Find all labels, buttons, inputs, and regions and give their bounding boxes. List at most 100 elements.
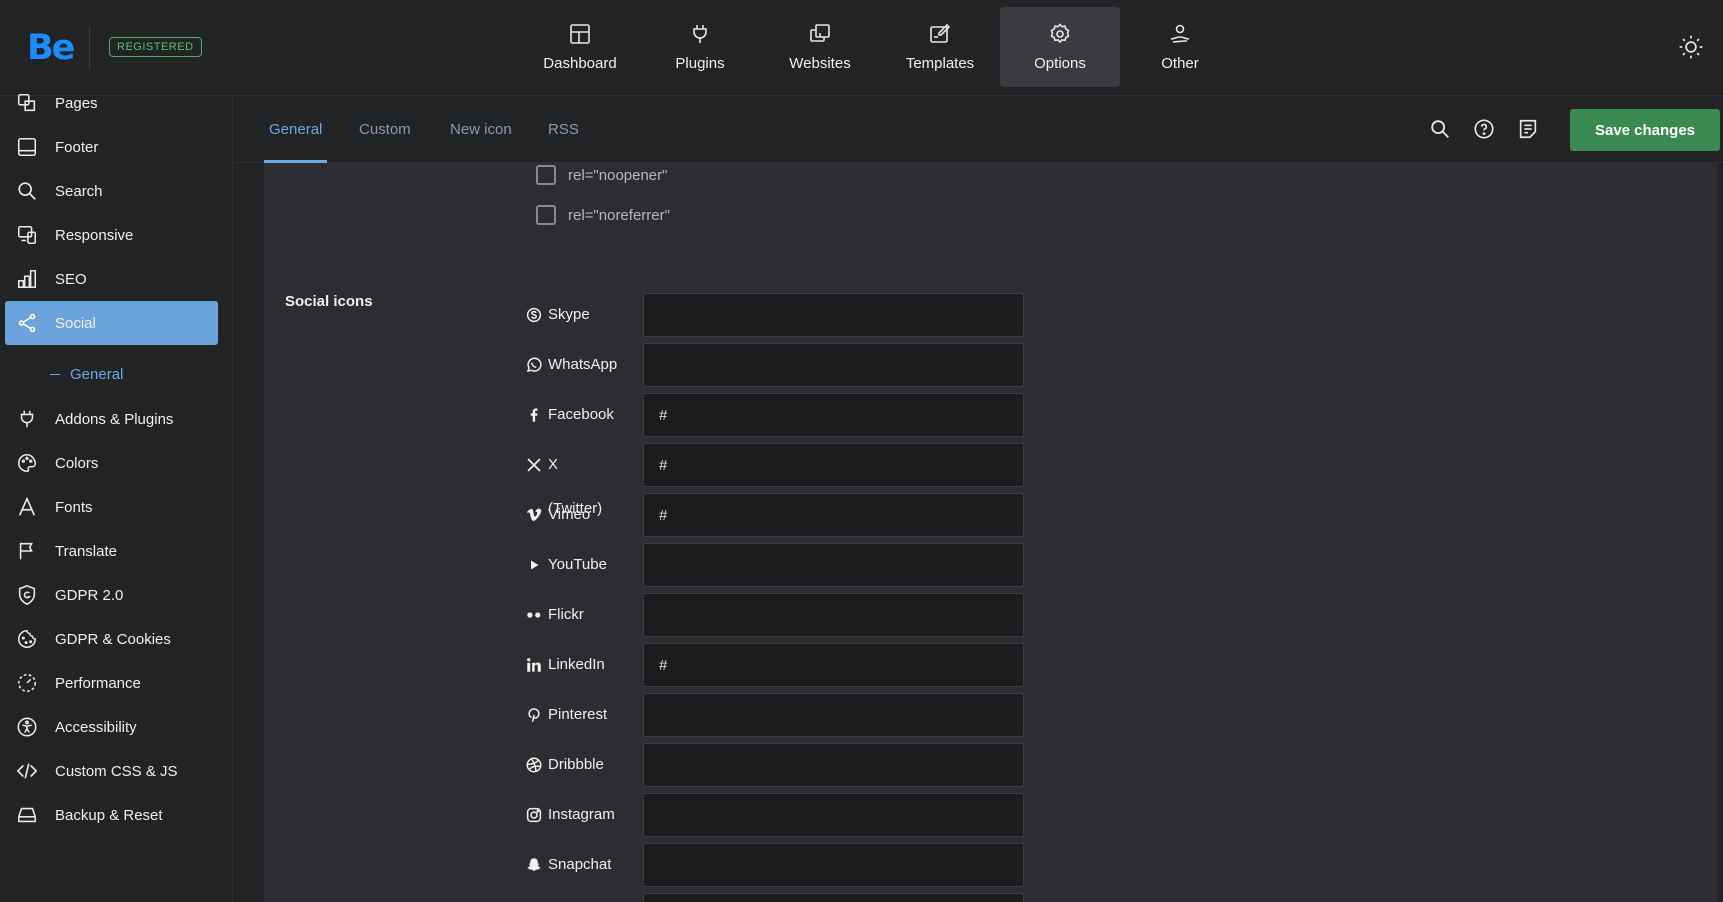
sidebar-subitem-general[interactable]: General	[50, 362, 123, 386]
instagram-icon	[526, 807, 542, 823]
sidebar-item-gdpr-2[interactable]: GDPR 2.0	[5, 573, 218, 617]
skype-icon	[526, 307, 542, 323]
font-icon	[18, 496, 36, 516]
social-label: Snapchat	[548, 856, 612, 873]
youtube-icon	[531, 560, 539, 570]
rel-noopener-option[interactable]: rel="noopener"	[536, 164, 667, 186]
top-navigation: Dashboard Plugins Websites Templates Opt…	[520, 7, 1240, 87]
topnav-options[interactable]: Options	[1000, 7, 1120, 87]
tab-general[interactable]: General	[263, 96, 328, 163]
sidebar-item-translate[interactable]: Translate	[5, 529, 218, 573]
responsive-icon	[17, 225, 37, 245]
top-bar: Be REGISTERED Dashboard Plugins Websites…	[0, 0, 1723, 96]
topnav-other[interactable]: Other	[1120, 7, 1240, 87]
notes-icon[interactable]	[1517, 118, 1539, 140]
whatsapp-input[interactable]	[643, 343, 1024, 387]
logo-divider	[89, 26, 90, 70]
sidebar-item-pages[interactable]: Pages	[5, 81, 218, 125]
code-icon	[16, 763, 38, 779]
sidebar-item-label: Addons & Plugins	[55, 410, 174, 428]
sidebar-item-label: Social	[55, 314, 96, 332]
rel-noreferrer-option[interactable]: rel="noreferrer"	[536, 204, 670, 226]
topnav-dashboard-label: Dashboard	[543, 55, 617, 72]
sidebar-item-label: GDPR 2.0	[55, 586, 124, 604]
linkedin-input[interactable]	[643, 643, 1024, 687]
pinterest-input[interactable]	[643, 693, 1024, 737]
sidebar-item-footer[interactable]: Footer	[5, 125, 218, 169]
sidebar-item-search[interactable]: Search	[5, 169, 218, 213]
whatsapp-icon	[526, 357, 542, 373]
topnav-templates[interactable]: Templates	[880, 7, 1000, 87]
sidebar-item-label: Translate	[55, 542, 117, 560]
instagram-input[interactable]	[643, 793, 1024, 837]
websites-icon	[810, 24, 830, 42]
search-icon	[18, 182, 36, 200]
tab-custom[interactable]: Custom	[359, 96, 411, 163]
youtube-input[interactable]	[643, 543, 1024, 587]
social-label: Dribbble	[548, 756, 604, 773]
vimeo-icon	[526, 508, 542, 521]
topnav-plugins[interactable]: Plugins	[640, 7, 760, 87]
social-icons-section-label: Social icons	[285, 293, 373, 310]
sidebar-item-accessibility[interactable]: Accessibility	[5, 705, 218, 749]
vimeo-input[interactable]	[643, 493, 1024, 537]
sidebar-item-label: Responsive	[55, 226, 134, 244]
seo-chart-icon	[17, 269, 37, 289]
rel-noreferrer-label: rel="noreferrer"	[568, 206, 670, 224]
rel-noreferrer-checkbox[interactable]	[536, 205, 556, 225]
search-icon[interactable]	[1429, 118, 1451, 140]
sidebar-item-addons-plugins[interactable]: Addons & Plugins	[5, 397, 218, 441]
plug-icon	[693, 25, 707, 43]
sidebar-item-social[interactable]: Social	[5, 301, 218, 345]
sun-icon[interactable]	[1678, 34, 1704, 60]
registered-badge: REGISTERED	[109, 37, 202, 57]
skype-input[interactable]	[643, 293, 1024, 337]
sidebar-item-colors[interactable]: Colors	[5, 441, 218, 485]
topnav-websites[interactable]: Websites	[760, 7, 880, 87]
sidebar-item-label: SEO	[55, 270, 87, 288]
partial-social-input[interactable]	[643, 893, 1024, 902]
sidebar-item-label: Custom CSS & JS	[55, 762, 178, 780]
sidebar-item-fonts[interactable]: Fonts	[5, 485, 218, 529]
save-changes-button[interactable]: Save changes	[1570, 109, 1720, 151]
options-subheader: General Custom New icon RSS	[234, 96, 1723, 163]
flickr-icon	[527, 612, 541, 618]
plug-icon	[20, 410, 34, 428]
templates-icon	[930, 23, 951, 43]
sidebar-item-gdpr-cookies[interactable]: GDPR & Cookies	[5, 617, 218, 661]
social-label: YouTube	[548, 556, 607, 573]
cookie-icon	[18, 629, 37, 648]
drive-icon	[17, 807, 37, 823]
sidebar: Pages Footer Search Responsive SEO Socia…	[0, 93, 233, 902]
snapchat-input[interactable]	[643, 843, 1024, 887]
performance-icon	[17, 673, 37, 693]
topnav-websites-label: Websites	[789, 55, 851, 72]
sidebar-item-backup-reset[interactable]: Backup & Reset	[5, 793, 218, 837]
facebook-icon	[530, 408, 538, 422]
brand-logo[interactable]: Be	[27, 28, 75, 68]
sidebar-item-label: Backup & Reset	[55, 806, 163, 824]
facebook-input[interactable]	[643, 393, 1024, 437]
x-twitter-input[interactable]	[643, 443, 1024, 487]
tab-rss[interactable]: RSS	[548, 96, 579, 163]
sidebar-item-seo[interactable]: SEO	[5, 257, 218, 301]
topnav-dashboard[interactable]: Dashboard	[520, 7, 640, 87]
sidebar-item-label: Accessibility	[55, 718, 137, 736]
help-icon[interactable]	[1473, 118, 1495, 140]
shield-icon	[18, 585, 36, 606]
pinterest-icon	[528, 708, 540, 722]
tab-new-icon[interactable]: New icon	[450, 96, 512, 163]
dribbble-input[interactable]	[643, 743, 1024, 787]
flickr-input[interactable]	[643, 593, 1024, 637]
rel-noopener-checkbox[interactable]	[536, 165, 556, 185]
social-label: Facebook	[548, 406, 614, 423]
sidebar-item-custom-css-js[interactable]: Custom CSS & JS	[5, 749, 218, 793]
accessibility-icon	[17, 717, 37, 737]
topnav-templates-label: Templates	[905, 55, 975, 72]
sidebar-item-label: GDPR & Cookies	[55, 630, 171, 648]
social-label: WhatsApp	[548, 356, 618, 373]
social-label: Instagram	[548, 806, 615, 823]
social-label: Skype	[548, 306, 590, 323]
sidebar-item-responsive[interactable]: Responsive	[5, 213, 218, 257]
sidebar-item-performance[interactable]: Performance	[5, 661, 218, 705]
